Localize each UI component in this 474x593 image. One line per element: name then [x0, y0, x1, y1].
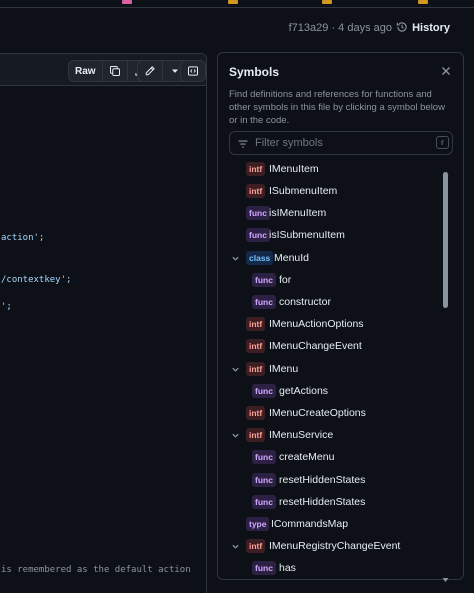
symbol-item[interactable]: intf IMenuChangeEvent [218, 336, 442, 356]
filter-icon [237, 137, 249, 149]
scrollbar-thumb[interactable] [443, 172, 448, 308]
symbol-item[interactable]: func for [218, 270, 442, 290]
symbol-kind-badge: intf [246, 317, 266, 331]
symbol-kind-badge: type [246, 517, 270, 531]
symbols-toggle-group [180, 60, 206, 82]
symbol-item[interactable]: func has [218, 558, 442, 578]
symbol-item[interactable]: func isIMenuItem [218, 203, 442, 223]
symbol-name: for [279, 274, 292, 286]
symbol-name: isIMenuItem [269, 207, 327, 219]
scroll-up-arrow-icon[interactable] [442, 164, 449, 176]
symbol-kind-badge: func [246, 228, 270, 242]
code-line: '; [1, 302, 12, 312]
symbol-name: IMenuService [269, 429, 334, 441]
symbol-kind-badge: intf [246, 539, 266, 553]
symbol-kind-badge: func [252, 473, 276, 487]
symbol-kind-badge: func [252, 384, 276, 398]
commit-hash[interactable]: f713a29 [289, 22, 329, 34]
code-toolbar: Raw [0, 54, 206, 86]
top-nav-strip [0, 0, 474, 8]
symbol-name: IMenuActionOptions [269, 318, 364, 330]
symbols-panel: Symbols Find definitions and references … [217, 52, 464, 580]
nav-indicator [322, 0, 332, 4]
filter-symbols-box: r [229, 131, 453, 155]
history-icon [396, 21, 408, 36]
raw-button[interactable]: Raw [69, 61, 103, 81]
chevron-down-icon[interactable] [230, 253, 240, 263]
symbol-item[interactable]: func resetHiddenStates [218, 470, 442, 490]
symbol-name: MenuId [274, 252, 310, 264]
symbol-item[interactable]: intf IMenuActionOptions [218, 314, 442, 334]
code-line: is remembered as the default action [1, 565, 191, 575]
symbol-kind-badge: func [246, 206, 270, 220]
symbol-item[interactable]: intf IMenuRegistryChangeEvent [218, 536, 442, 556]
symbol-item[interactable]: func getActions [218, 381, 442, 401]
code-viewer: Raw action'; /contextkey'; '; is remembe… [0, 53, 207, 593]
chevron-down-icon[interactable] [230, 430, 240, 440]
symbols-tree: intf IMenuItem intf ISubmenuItem func is… [218, 157, 448, 579]
pencil-icon[interactable] [138, 61, 163, 81]
symbol-item[interactable]: func constructor [218, 292, 442, 312]
symbol-item[interactable]: type ICommandsMap [218, 514, 442, 534]
symbol-kind-badge: func [252, 295, 276, 309]
symbol-name: createMenu [279, 451, 335, 463]
history-button[interactable]: History [396, 18, 450, 38]
symbol-kind-badge: func [252, 561, 276, 575]
copy-icon[interactable] [103, 61, 128, 81]
symbol-name: constructor [279, 296, 331, 308]
code-line: /contextkey'; [1, 275, 72, 285]
symbol-name: IMenuCreateOptions [269, 407, 366, 419]
symbol-name: ISubmenuItem [269, 185, 338, 197]
symbol-kind-badge: intf [246, 428, 266, 442]
symbol-kind-badge: intf [246, 162, 266, 176]
symbol-kind-badge: func [252, 450, 276, 464]
symbol-item[interactable]: func resetHiddenStates [218, 492, 442, 512]
latest-commit-info[interactable]: f713a29 · 4 days ago [289, 22, 392, 34]
symbol-kind-badge: intf [246, 339, 266, 353]
symbol-item[interactable]: intf IMenuItem [218, 159, 442, 179]
symbol-name: isISubmenuItem [269, 229, 345, 241]
symbols-title: Symbols [229, 65, 280, 79]
nav-indicator [122, 0, 132, 4]
filter-symbols-input[interactable] [255, 137, 425, 149]
commit-age: 4 days ago [338, 22, 392, 34]
close-icon[interactable] [439, 64, 453, 78]
symbol-item[interactable]: class MenuId [218, 248, 442, 268]
scroll-down-arrow-icon[interactable] [442, 570, 449, 582]
symbol-item[interactable]: func createMenu [218, 447, 442, 467]
symbol-name: ICommandsMap [271, 518, 349, 530]
symbol-item[interactable]: intf IMenuService [218, 425, 442, 445]
symbol-kind-badge: func [252, 273, 276, 287]
symbol-kind-badge: intf [246, 362, 266, 376]
nav-indicator [418, 0, 428, 4]
symbol-name: IMenuChangeEvent [269, 340, 362, 352]
symbols-scrollbar[interactable] [442, 164, 449, 582]
symbol-name: IMenuItem [269, 163, 319, 175]
symbol-item[interactable]: func isISubmenuItem [218, 225, 442, 245]
code-line: action'; [1, 233, 45, 243]
symbol-kind-badge: class [246, 251, 274, 265]
symbol-item[interactable]: intf ISubmenuItem [218, 181, 442, 201]
symbol-name: IMenuRegistryChangeEvent [269, 540, 401, 552]
symbol-item[interactable]: intf IMenu [218, 359, 442, 379]
chevron-down-icon[interactable] [230, 541, 240, 551]
symbol-name: has [279, 562, 296, 574]
symbol-item[interactable]: intf IMenuCreateOptions [218, 403, 442, 423]
symbol-name: resetHiddenStates [279, 474, 366, 486]
symbol-name: resetHiddenStates [279, 496, 366, 508]
nav-indicator [228, 0, 238, 4]
history-label: History [412, 22, 450, 34]
symbols-description: Find definitions and references for func… [229, 89, 445, 126]
symbol-name: IMenu [269, 363, 299, 375]
symbol-kind-badge: func [252, 495, 276, 509]
keyboard-shortcut-hint: r [436, 136, 449, 149]
commit-bar: f713a29 · 4 days ago History [0, 8, 474, 48]
symbols-panel-icon[interactable] [181, 61, 205, 81]
chevron-down-icon[interactable] [230, 364, 240, 374]
symbol-name: getActions [279, 385, 329, 397]
symbol-kind-badge: intf [246, 406, 266, 420]
symbol-kind-badge: intf [246, 184, 266, 198]
